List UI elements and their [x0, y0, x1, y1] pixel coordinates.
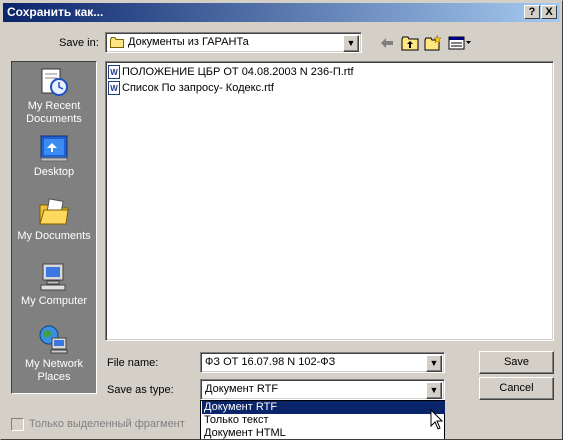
file-name-label: File name:: [107, 357, 159, 369]
file-name: ПОЛОЖЕНИЕ ЦБР ОТ 04.08.2003 N 236-П.rtf: [122, 66, 354, 78]
place-recent-documents[interactable]: My Recent Documents: [12, 66, 96, 126]
save-in-label: Save in:: [59, 37, 99, 49]
chevron-down-icon[interactable]: ▼: [426, 355, 442, 372]
word-document-icon: W: [108, 81, 120, 95]
place-label: My Documents: [17, 230, 91, 242]
view-menu-icon[interactable]: [447, 34, 473, 52]
place-label: Places: [37, 371, 71, 383]
save-as-type-label: Save as type:: [107, 384, 174, 396]
place-my-documents[interactable]: My Documents: [12, 196, 96, 243]
file-name-value: ФЗ ОТ 16.07.98 N 102-ФЗ: [205, 356, 336, 368]
place-label: My Recent: [27, 100, 81, 112]
place-label: My Network: [24, 358, 84, 370]
save-as-type-value: Документ RTF: [205, 383, 279, 395]
dialog-title: Сохранить как...: [7, 5, 104, 19]
help-button[interactable]: ?: [524, 5, 540, 19]
up-folder-icon[interactable]: [400, 34, 420, 52]
cancel-button[interactable]: Cancel: [479, 377, 554, 400]
network-places-icon: [38, 324, 70, 356]
file-name-input[interactable]: ФЗ ОТ 16.07.98 N 102-ФЗ ▼: [200, 352, 445, 373]
type-option[interactable]: Только текст: [202, 414, 445, 427]
new-folder-icon[interactable]: [423, 34, 443, 52]
file-name: Список По запросу- Кодекс.rtf: [122, 82, 274, 94]
my-documents-icon: [38, 196, 70, 228]
save-as-type-dropdown[interactable]: Документ RTF ▼: [200, 379, 445, 400]
desktop-icon: [38, 132, 70, 164]
file-list[interactable]: W ПОЛОЖЕНИЕ ЦБР ОТ 04.08.2003 N 236-П.rt…: [105, 61, 554, 341]
chevron-down-icon[interactable]: ▼: [343, 35, 359, 52]
list-item[interactable]: W ПОЛОЖЕНИЕ ЦБР ОТ 04.08.2003 N 236-П.rt…: [108, 64, 354, 80]
close-button[interactable]: X: [541, 5, 557, 19]
type-option[interactable]: Документ RTF: [202, 401, 445, 414]
type-dropdown-list[interactable]: Документ RTF Только текст Документ HTML: [200, 400, 445, 439]
selection-only-label: Только выделенный фрагмент: [29, 418, 185, 430]
word-document-icon: W: [108, 65, 120, 79]
list-item[interactable]: W Список По запросу- Кодекс.rtf: [108, 80, 274, 96]
mouse-cursor-icon: [430, 408, 444, 431]
chevron-down-icon[interactable]: ▼: [426, 382, 442, 399]
close-icon: X: [545, 6, 553, 18]
folder-icon: [110, 37, 124, 48]
place-network-places[interactable]: My Network Places: [12, 324, 96, 384]
places-bar: My Recent Documents Desktop My Documents…: [11, 61, 97, 394]
help-icon: ?: [528, 6, 536, 18]
selection-only-checkbox[interactable]: [11, 418, 24, 431]
save-in-value: Документы из ГАРАНТа: [128, 36, 249, 48]
place-label: My Computer: [20, 295, 88, 307]
recent-documents-icon: [38, 66, 70, 98]
place-label: Documents: [26, 113, 82, 125]
save-in-dropdown[interactable]: Документы из ГАРАНТа ▼: [105, 32, 362, 53]
place-desktop[interactable]: Desktop: [12, 132, 96, 179]
my-computer-icon: [38, 261, 70, 293]
title-bar[interactable]: Сохранить как... ? X: [3, 3, 560, 22]
back-arrow-icon[interactable]: [377, 34, 397, 52]
save-as-dialog: Сохранить как... ? X Save in: Документы …: [0, 0, 563, 440]
place-label: Desktop: [33, 166, 75, 178]
place-my-computer[interactable]: My Computer: [12, 261, 96, 308]
save-button[interactable]: Save: [479, 351, 554, 374]
type-option[interactable]: Документ HTML: [202, 427, 445, 439]
